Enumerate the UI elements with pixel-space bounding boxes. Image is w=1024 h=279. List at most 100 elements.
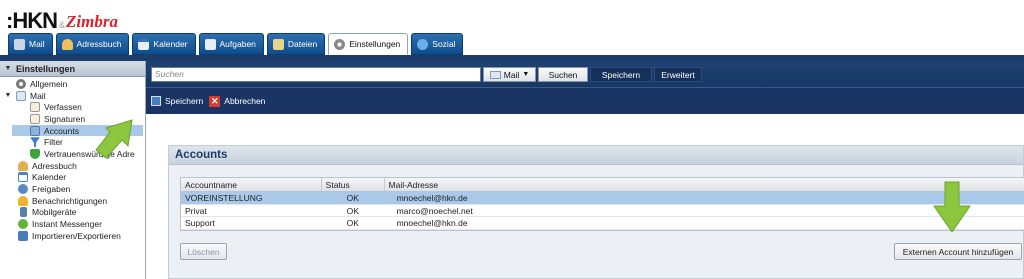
search-button[interactable]: Suchen: [538, 67, 588, 82]
notification-icon: [18, 195, 28, 206]
hkn-zimbra-logo: :HKN & Zimbra: [6, 6, 118, 32]
cancel-button[interactable]: ✕ Abbrechen: [209, 95, 266, 107]
import-export-icon: [18, 230, 28, 241]
sidebar-item-label: Kalender: [32, 172, 67, 183]
sidebar-item-label: Freigaben: [32, 184, 71, 195]
sidebar-item-addressbook[interactable]: Adressbuch: [0, 160, 145, 172]
search-scope-label: Mail: [503, 69, 520, 80]
account-status-cell: OK: [346, 193, 359, 203]
search-input[interactable]: Suchen: [151, 67, 481, 82]
column-header-accountname[interactable]: Accountname: [181, 178, 322, 191]
mobile-icon: [19, 207, 27, 218]
accounts-panel-title: Accounts: [169, 146, 1023, 165]
table-header: Accountname Status Mail-Adresse: [181, 178, 1024, 192]
search-bar: Suchen Mail ▼ Suchen Speichern Erweitert: [146, 61, 1024, 87]
chevron-down-icon: ▼: [522, 71, 530, 78]
signature-icon: [30, 113, 40, 124]
sidebar-item-label: Importieren/Exportieren: [32, 230, 121, 241]
account-email-cell: marco@noechel.net: [396, 205, 473, 216]
sidebar-item-label: Verfassen: [44, 102, 82, 113]
table-row[interactable]: Support OK mnoechel@hkn.de: [181, 217, 1024, 230]
tab-mail[interactable]: Mail: [8, 33, 53, 55]
social-icon: [417, 38, 429, 50]
settings-sidebar: ▼ Einstellungen Allgemein ▼ Mail Verfass…: [0, 61, 146, 279]
account-name-cell: VOREINSTELLUNG: [185, 193, 263, 203]
sidebar-item-label: Adressbuch: [32, 160, 77, 171]
tab-social[interactable]: Sozial: [411, 33, 464, 55]
addressbook-icon: [61, 38, 73, 50]
tab-addressbook[interactable]: Adressbuch: [55, 33, 130, 55]
sidebar-item-label: Accounts: [44, 125, 79, 136]
accounts-icon: [30, 125, 40, 136]
gear-icon: [16, 78, 26, 89]
tab-files-label: Dateien: [287, 39, 318, 49]
tab-tasks-label: Aufgaben: [219, 39, 256, 49]
close-icon: ✕: [209, 95, 221, 107]
save-button-label: Speichern: [165, 96, 204, 106]
tab-social-label: Sozial: [432, 39, 456, 49]
table-row[interactable]: Privat OK marco@noechel.net: [181, 205, 1024, 217]
logo-amp: &: [59, 20, 66, 30]
table-row[interactable]: VOREINSTELLUNG OK mnoechel@hkn.de: [181, 192, 1024, 205]
tasks-icon: [204, 38, 216, 50]
account-email-cell: mnoechel@hkn.de: [396, 218, 468, 228]
column-header-email[interactable]: Mail-Adresse: [385, 178, 1024, 191]
tab-calendar[interactable]: Kalender: [132, 33, 196, 55]
sidebar-header[interactable]: ▼ Einstellungen: [0, 61, 145, 77]
accounts-panel: Accounts Accountname Status Mail-Adresse…: [168, 145, 1024, 279]
sidebar-item-calendar[interactable]: Kalender: [0, 172, 145, 184]
sidebar-item-label: Allgemein: [30, 78, 68, 89]
tab-mail-label: Mail: [29, 39, 45, 49]
sidebar-item-label: Benachrichtigungen: [32, 195, 108, 206]
sidebar-item-label: Mobilgeräte: [32, 207, 77, 218]
sidebar-item-sharing[interactable]: Freigaben: [0, 183, 145, 195]
sidebar-item-notifications[interactable]: Benachrichtigungen: [0, 195, 145, 207]
sidebar-header-label: Einstellungen: [16, 63, 76, 74]
mail-icon: [489, 70, 501, 79]
cancel-button-label: Abbrechen: [224, 96, 266, 106]
calendar-icon: [138, 38, 150, 50]
gear-icon: [334, 38, 346, 50]
annotation-arrow-icon: [95, 119, 133, 159]
account-name-cell: Support: [185, 218, 215, 228]
sharing-icon: [18, 184, 28, 195]
column-header-status[interactable]: Status: [322, 178, 385, 191]
search-scope-dropdown[interactable]: Mail ▼: [483, 67, 536, 82]
account-status-cell: OK: [346, 218, 359, 228]
sidebar-item-label: Filter: [44, 137, 63, 148]
sidebar-item-instant-messenger[interactable]: Instant Messenger: [0, 218, 145, 230]
mail-icon: [16, 90, 26, 101]
sidebar-item-label: Instant Messenger: [32, 219, 102, 230]
collapse-triangle-icon[interactable]: ▼: [4, 65, 12, 72]
delete-account-button[interactable]: Löschen: [180, 243, 227, 260]
save-button[interactable]: Speichern: [151, 96, 203, 106]
tab-tasks[interactable]: Aufgaben: [198, 33, 264, 55]
messenger-icon: [18, 219, 28, 230]
sidebar-item-mail[interactable]: ▼ Mail: [0, 90, 145, 102]
compose-icon: [30, 102, 40, 113]
advanced-search-button[interactable]: Erweitert: [654, 67, 702, 82]
account-status-cell: OK: [346, 205, 359, 216]
sidebar-item-general[interactable]: Allgemein: [0, 78, 145, 90]
tab-addressbook-label: Adressbuch: [76, 39, 122, 49]
shield-icon: [30, 148, 40, 159]
sidebar-item-import-export[interactable]: Importieren/Exportieren: [0, 230, 145, 242]
expand-triangle-icon[interactable]: ▼: [4, 92, 12, 99]
account-email-cell: mnoechel@hkn.de: [396, 193, 468, 203]
tab-settings[interactable]: Einstellungen: [328, 33, 409, 55]
filter-icon: [30, 137, 40, 148]
settings-toolbar: Speichern ✕ Abbrechen: [146, 87, 1024, 114]
tab-calendar-label: Kalender: [153, 39, 188, 49]
save-search-button[interactable]: Speichern: [590, 67, 652, 82]
annotation-arrow-down-icon: [933, 181, 971, 233]
addressbook-icon: [18, 160, 28, 171]
add-external-account-button[interactable]: Externen Account hinzufügen: [894, 243, 1022, 260]
sidebar-item-mobile-devices[interactable]: Mobilgeräte: [0, 207, 145, 219]
logo-hkn: :HKN: [6, 8, 58, 33]
save-icon: [151, 96, 161, 106]
calendar-icon: [18, 172, 28, 183]
sidebar-item-label: Signaturen: [44, 113, 86, 124]
files-icon: [272, 38, 284, 50]
account-name-cell: Privat: [185, 205, 207, 216]
tab-files[interactable]: Dateien: [266, 33, 326, 55]
